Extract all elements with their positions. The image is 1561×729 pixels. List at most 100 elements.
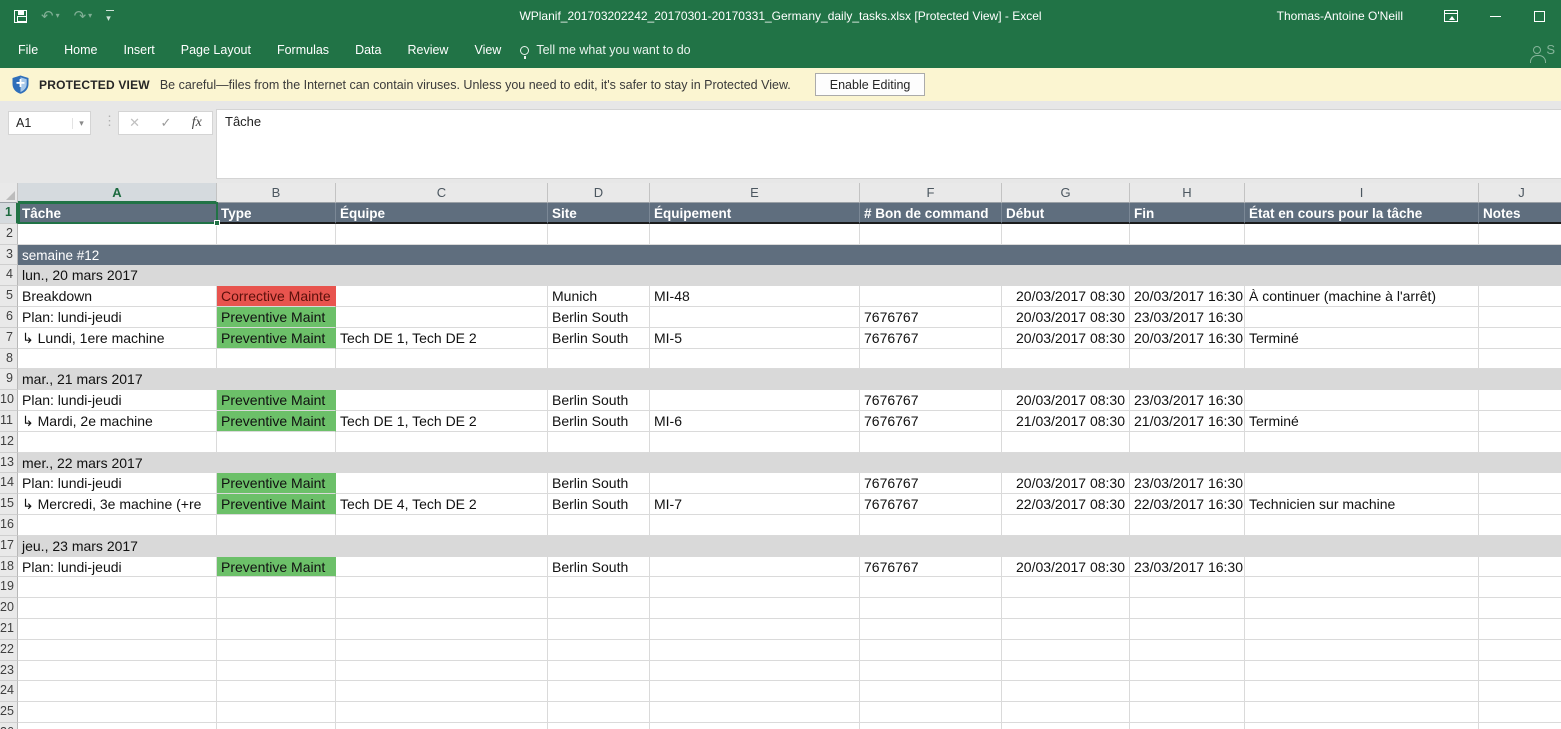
cell-J23[interactable] <box>1479 661 1561 682</box>
column-header-C[interactable]: C <box>336 183 548 203</box>
cell-D24[interactable] <box>548 681 650 702</box>
cell-C10[interactable] <box>336 390 548 411</box>
cell-J6[interactable] <box>1479 307 1561 328</box>
cell-B20[interactable] <box>217 598 336 619</box>
cell-C5[interactable] <box>336 286 548 307</box>
cell-E23[interactable] <box>650 661 860 682</box>
cell-G6[interactable]: 20/03/2017 08:30 <box>1002 307 1130 328</box>
cell-G23[interactable] <box>1002 661 1130 682</box>
cell-A17[interactable]: jeu., 23 mars 2017 <box>18 536 1561 557</box>
cell-A26[interactable] <box>18 723 217 729</box>
cell-E18[interactable] <box>650 557 860 578</box>
cell-H20[interactable] <box>1130 598 1245 619</box>
cell-E8[interactable] <box>650 349 860 370</box>
cell-I26[interactable] <box>1245 723 1479 729</box>
row-header-21[interactable]: 21 <box>0 619 18 640</box>
cell-H14[interactable]: 23/03/2017 16:30 <box>1130 473 1245 494</box>
cell-F1[interactable]: # Bon de command <box>860 203 1002 224</box>
column-header-J[interactable]: J <box>1479 183 1561 203</box>
row-header-2[interactable]: 2 <box>0 224 18 245</box>
cell-C24[interactable] <box>336 681 548 702</box>
cell-J16[interactable] <box>1479 515 1561 536</box>
cell-F15[interactable]: 7676767 <box>860 494 1002 515</box>
cell-H22[interactable] <box>1130 640 1245 661</box>
cell-E15[interactable]: MI-7 <box>650 494 860 515</box>
cell-E19[interactable] <box>650 577 860 598</box>
cell-A12[interactable] <box>18 432 217 453</box>
cell-H2[interactable] <box>1130 224 1245 245</box>
row-header-8[interactable]: 8 <box>0 349 18 370</box>
cell-B18[interactable]: Preventive Maint <box>217 557 336 578</box>
tab-view[interactable]: View <box>461 32 514 68</box>
row-header-1[interactable]: 1 <box>0 203 18 224</box>
cell-B6[interactable]: Preventive Maint <box>217 307 336 328</box>
cell-F16[interactable] <box>860 515 1002 536</box>
cell-C19[interactable] <box>336 577 548 598</box>
tab-data[interactable]: Data <box>342 32 394 68</box>
tab-formulas[interactable]: Formulas <box>264 32 342 68</box>
cell-E5[interactable]: MI-48 <box>650 286 860 307</box>
row-header-20[interactable]: 20 <box>0 598 18 619</box>
cell-B5[interactable]: Corrective Mainte <box>217 286 336 307</box>
formula-bar-drag-dots-icon[interactable]: ⋮ <box>103 113 116 129</box>
cell-I19[interactable] <box>1245 577 1479 598</box>
tab-home[interactable]: Home <box>51 32 110 68</box>
cell-C20[interactable] <box>336 598 548 619</box>
cell-E11[interactable]: MI-6 <box>650 411 860 432</box>
cell-A4[interactable]: lun., 20 mars 2017 <box>18 265 1561 286</box>
cell-D6[interactable]: Berlin South <box>548 307 650 328</box>
undo-dropdown-icon[interactable]: ▾ <box>56 12 60 20</box>
row-header-18[interactable]: 18 <box>0 557 18 578</box>
row-header-17[interactable]: 17 <box>0 536 18 557</box>
cell-H15[interactable]: 22/03/2017 16:30 <box>1130 494 1245 515</box>
cell-C23[interactable] <box>336 661 548 682</box>
cell-G7[interactable]: 20/03/2017 08:30 <box>1002 328 1130 349</box>
cell-C22[interactable] <box>336 640 548 661</box>
row-header-10[interactable]: 10 <box>0 390 18 411</box>
cell-B22[interactable] <box>217 640 336 661</box>
cell-I11[interactable]: Terminé <box>1245 411 1479 432</box>
cell-A19[interactable] <box>18 577 217 598</box>
undo-button[interactable]: ↶▾ <box>41 9 60 24</box>
cell-C8[interactable] <box>336 349 548 370</box>
cell-H11[interactable]: 21/03/2017 16:30 <box>1130 411 1245 432</box>
cell-F21[interactable] <box>860 619 1002 640</box>
cell-F10[interactable]: 7676767 <box>860 390 1002 411</box>
column-header-D[interactable]: D <box>548 183 650 203</box>
cell-J12[interactable] <box>1479 432 1561 453</box>
cell-E14[interactable] <box>650 473 860 494</box>
cell-C14[interactable] <box>336 473 548 494</box>
cell-C25[interactable] <box>336 702 548 723</box>
cell-B2[interactable] <box>217 224 336 245</box>
cell-E26[interactable] <box>650 723 860 729</box>
insert-function-icon[interactable]: fx <box>192 115 202 131</box>
cell-B7[interactable]: Preventive Maint <box>217 328 336 349</box>
cell-F22[interactable] <box>860 640 1002 661</box>
cell-H26[interactable] <box>1130 723 1245 729</box>
cell-H12[interactable] <box>1130 432 1245 453</box>
cell-H24[interactable] <box>1130 681 1245 702</box>
cell-F6[interactable]: 7676767 <box>860 307 1002 328</box>
enable-editing-button[interactable]: Enable Editing <box>815 73 926 96</box>
cell-H16[interactable] <box>1130 515 1245 536</box>
cell-D1[interactable]: Site <box>548 203 650 224</box>
row-header-15[interactable]: 15 <box>0 494 18 515</box>
cell-E10[interactable] <box>650 390 860 411</box>
row-header-19[interactable]: 19 <box>0 577 18 598</box>
name-box-dropdown-icon[interactable]: ▾ <box>72 118 90 129</box>
row-header-9[interactable]: 9 <box>0 369 18 390</box>
cell-A16[interactable] <box>18 515 217 536</box>
cell-D7[interactable]: Berlin South <box>548 328 650 349</box>
cell-J15[interactable] <box>1479 494 1561 515</box>
cell-A7[interactable]: ↳ Lundi, 1ere machine <box>18 328 217 349</box>
cell-A10[interactable]: Plan: lundi-jeudi <box>18 390 217 411</box>
column-header-F[interactable]: F <box>860 183 1002 203</box>
cell-I25[interactable] <box>1245 702 1479 723</box>
cell-F7[interactable]: 7676767 <box>860 328 1002 349</box>
cell-B26[interactable] <box>217 723 336 729</box>
column-header-I[interactable]: I <box>1245 183 1479 203</box>
cell-F20[interactable] <box>860 598 1002 619</box>
cell-J22[interactable] <box>1479 640 1561 661</box>
row-header-4[interactable]: 4 <box>0 265 18 286</box>
cell-F12[interactable] <box>860 432 1002 453</box>
